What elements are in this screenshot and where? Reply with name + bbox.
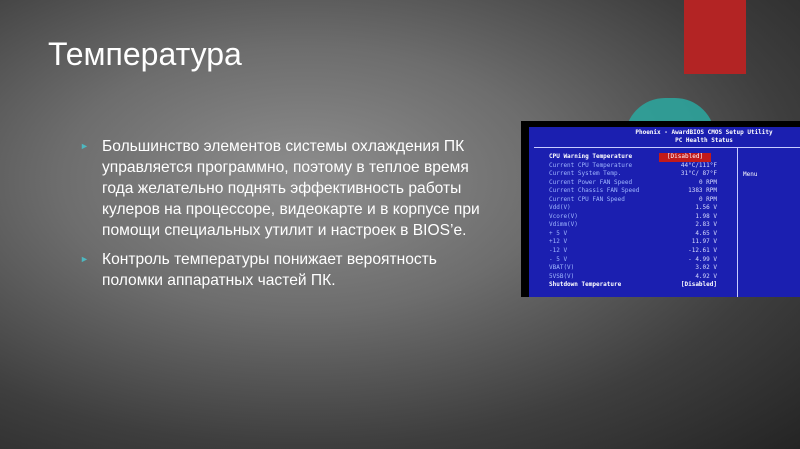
slide: Температура ► Большинство элементов сист… [0, 0, 800, 449]
bios-row-value: [Disabled] [659, 153, 711, 162]
bios-row-value: 4.92 V [695, 272, 717, 280]
bios-row: VBAT(V) 3.02 V [549, 264, 737, 273]
bios-row-value: 31°C/ 87°F [680, 170, 717, 178]
bios-row-label: -12 V [549, 247, 568, 255]
red-accent-bar [684, 0, 746, 74]
bios-row-value: 44°C/111°F [680, 161, 717, 169]
bios-row-label: CPU Warning Temperature [549, 153, 633, 160]
bios-row: Current System Temp. 31°C/ 87°F [549, 170, 737, 179]
bullet-arrow-icon: ► [80, 254, 89, 264]
bios-row-value: 1.56 V [695, 204, 717, 212]
bullet-text: Большинство элементов системы охлаждения… [102, 138, 480, 239]
bios-row: - 5 V - 4.99 V [549, 256, 737, 265]
bios-row-value: 1.98 V [695, 212, 717, 220]
bios-row-value: 1383 RPM [688, 187, 717, 195]
bios-header-title: Phoenix - AwardBIOS CMOS Setup Utility [635, 129, 773, 136]
bullet-text: Контроль температуры понижает вероятност… [102, 251, 437, 289]
bios-row: Current Chassis FAN Speed 1383 RPM [549, 187, 737, 196]
bullet-item: ► Контроль температуры понижает вероятно… [80, 249, 490, 291]
bios-rows: CPU Warning Temperature [Disabled] Curren… [549, 153, 737, 290]
bios-row-label: Current CPU Temperature [549, 161, 633, 169]
bullet-arrow-icon: ► [80, 141, 89, 151]
bios-row: Vdd(V) 1.56 V [549, 204, 737, 213]
bios-row-label: Vdimm(V) [549, 221, 578, 229]
bios-row-label: Current CPU FAN Speed [549, 195, 625, 203]
bios-row-value: 4.65 V [695, 229, 717, 237]
bios-row: Current CPU Temperature 44°C/111°F [549, 162, 737, 171]
bios-row-label: Current System Temp. [549, 170, 622, 178]
bios-row-label: VBAT(V) [549, 264, 575, 272]
bios-row-label: - 5 V [549, 255, 568, 263]
bios-row-label: Current Power FAN Speed [549, 178, 633, 186]
bios-screen: Phoenix - AwardBIOS CMOS Setup Utility P… [529, 127, 800, 297]
bios-row: Vdimm(V) 2.83 V [549, 221, 737, 230]
bios-row-value: 0 RPM [698, 195, 717, 203]
bios-header-subtitle: PC Health Status [675, 137, 733, 144]
bios-divider [737, 147, 738, 297]
bios-row-value: 11.97 V [691, 238, 717, 246]
bios-row-value: 2.83 V [695, 221, 717, 229]
bios-menu-label: Menu [743, 171, 758, 178]
bios-row-label: Vcore(V) [549, 212, 578, 220]
bios-row-value: - 4.99 V [688, 255, 717, 263]
bios-screenshot: Phoenix - AwardBIOS CMOS Setup Utility P… [521, 121, 800, 297]
bios-row-label: +12 V [549, 238, 568, 246]
bios-row: + 5 V 4.65 V [549, 230, 737, 239]
bios-row: Current Power FAN Speed 0 RPM [549, 179, 737, 188]
bios-row-value: 3.02 V [695, 264, 717, 272]
bullet-list: ► Большинство элементов системы охлажден… [80, 136, 490, 299]
bios-row: 5VSB(V) 4.92 V [549, 273, 737, 282]
bios-row: -12 V -12.61 V [549, 247, 737, 256]
bios-row-label: + 5 V [549, 229, 568, 237]
bios-row-value: [Disabled] [680, 281, 717, 289]
slide-title: Температура [48, 36, 242, 72]
bios-row-value: 0 RPM [698, 178, 717, 186]
bios-row-label: Shutdown Temperature [549, 281, 622, 289]
bios-row-label: Vdd(V) [549, 204, 571, 212]
bios-row-label: Current Chassis FAN Speed [549, 187, 640, 195]
bios-row-value: -12.61 V [688, 247, 717, 255]
bios-row: Shutdown Temperature [Disabled] [549, 281, 737, 290]
bios-row: Vcore(V) 1.98 V [549, 213, 737, 222]
bios-row: CPU Warning Temperature [Disabled] [549, 153, 737, 162]
bullet-item: ► Большинство элементов системы охлажден… [80, 136, 490, 241]
bios-row: Current CPU FAN Speed 0 RPM [549, 196, 737, 205]
bios-row: +12 V 11.97 V [549, 238, 737, 247]
bios-row-label: 5VSB(V) [549, 272, 575, 280]
bios-divider [534, 147, 800, 148]
